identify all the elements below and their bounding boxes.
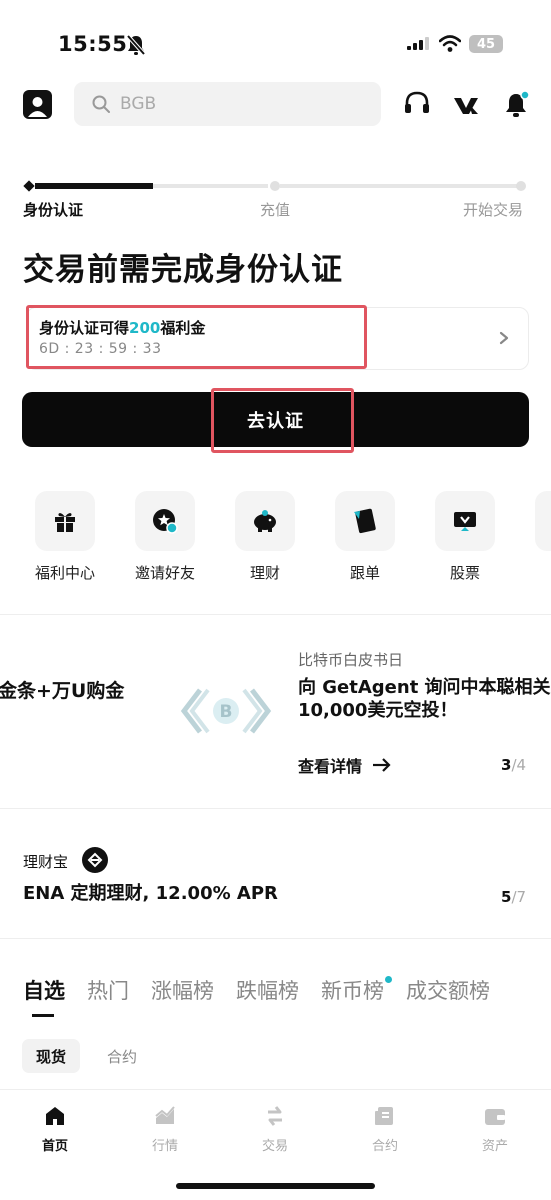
step-deposit: 充值 (260, 201, 291, 219)
nav-home[interactable]: 首页 (0, 1104, 110, 1154)
nav-trade[interactable]: 交易 (220, 1104, 330, 1154)
signal-icon (407, 37, 429, 50)
status-time: 15:55 (58, 32, 128, 56)
bonus-countdown: 6D : 23 : 59 : 33 (39, 341, 162, 357)
section-divider (0, 938, 551, 939)
step-identity: 身份认证 (23, 201, 84, 219)
chevron-right-icon[interactable] (497, 328, 511, 348)
subtab-futures[interactable]: 合约 (93, 1039, 151, 1073)
banner-prev-text[interactable]: 金条+万U购金 (0, 676, 124, 703)
shortcut-copy-trading[interactable]: 跟单 (325, 491, 405, 583)
banner-title: 向 GetAgent 询问中本聪相关问 10,000美元空投！ (298, 677, 551, 721)
arrow-right-icon (373, 758, 391, 772)
bonus-text: 身份认证可得200福利金 (39, 319, 206, 337)
verify-identity-button[interactable]: 去认证 (22, 392, 529, 447)
banner-pager: 3/4 (501, 756, 527, 774)
avatar-logo-icon[interactable] (23, 90, 52, 119)
svg-text:B: B (220, 702, 233, 722)
market-chart-icon (155, 1106, 175, 1124)
active-tab-underline (32, 1014, 54, 1017)
wallet-icon (485, 1109, 505, 1125)
trade-swap-icon (268, 1106, 282, 1126)
earn-pager: 5/7 (501, 888, 527, 906)
tab-hot[interactable]: 热门 (87, 975, 129, 1005)
home-icon (46, 1107, 64, 1125)
shortcut-rewards-center[interactable]: 福利中心 (25, 491, 105, 583)
nav-assets[interactable]: 资产 (440, 1104, 550, 1154)
earn-product-title[interactable]: ENA 定期理财, 12.00% APR (23, 879, 278, 905)
wifi-icon (439, 35, 461, 52)
invite-star-icon (153, 509, 178, 534)
headset-icon[interactable] (403, 90, 431, 118)
search-icon (92, 95, 110, 113)
shortcut-more-partial[interactable] (535, 491, 551, 551)
nav-markets[interactable]: 行情 (110, 1104, 220, 1154)
step-start-trading: 开始交易 (463, 201, 524, 219)
section-divider (0, 614, 551, 615)
earn-label: 理财宝 (23, 853, 69, 871)
shortcut-invite-friends[interactable]: 邀请好友 (125, 491, 205, 583)
market-tabs: 自选 热门 涨幅榜 跌幅榜 新币榜 成交额榜 (23, 975, 490, 1005)
progress-current-marker-icon (23, 180, 35, 192)
new-indicator-dot (385, 976, 392, 983)
bonus-amount: 200 (129, 319, 161, 337)
tab-volume[interactable]: 成交额榜 (406, 975, 490, 1005)
bitcoin-whitepaper-icon: B (180, 688, 272, 734)
page-title: 交易前需完成身份认证 (23, 252, 343, 288)
piggy-bank-icon (254, 510, 276, 532)
shortcut-earn[interactable]: 理财 (225, 491, 305, 583)
shortcut-stocks[interactable]: 股票 (425, 491, 505, 583)
gift-icon (55, 513, 75, 532)
subtab-spot[interactable]: 现货 (22, 1039, 81, 1073)
progress-step-dot (516, 181, 526, 191)
banner-subtitle: 比特币白皮书日 (298, 651, 404, 669)
nav-futures[interactable]: 合约 (330, 1104, 440, 1154)
futures-document-icon (375, 1107, 393, 1125)
progress-step-dot (270, 181, 280, 191)
copy-trade-card-icon (354, 508, 376, 534)
progress-fill (35, 183, 153, 189)
tab-losers[interactable]: 跌幅榜 (236, 975, 299, 1005)
stock-ticket-icon (454, 512, 476, 531)
search-placeholder: BGB (120, 94, 157, 114)
brand-logo-icon[interactable] (452, 90, 480, 118)
notification-bell-icon[interactable] (502, 90, 530, 118)
bell-muted-icon (126, 34, 146, 56)
tab-gainers[interactable]: 涨幅榜 (151, 975, 214, 1005)
ena-token-icon (82, 847, 108, 873)
view-details-link[interactable]: 查看详情 (298, 753, 392, 777)
status-indicators: 45 (407, 35, 503, 53)
tab-new-listings[interactable]: 新币榜 (321, 975, 392, 1005)
search-bar[interactable]: BGB (74, 82, 381, 126)
progress-track (280, 184, 517, 188)
home-indicator (176, 1183, 375, 1189)
battery-indicator: 45 (469, 35, 503, 53)
section-divider (0, 808, 551, 809)
tab-watchlist[interactable]: 自选 (23, 975, 65, 1005)
